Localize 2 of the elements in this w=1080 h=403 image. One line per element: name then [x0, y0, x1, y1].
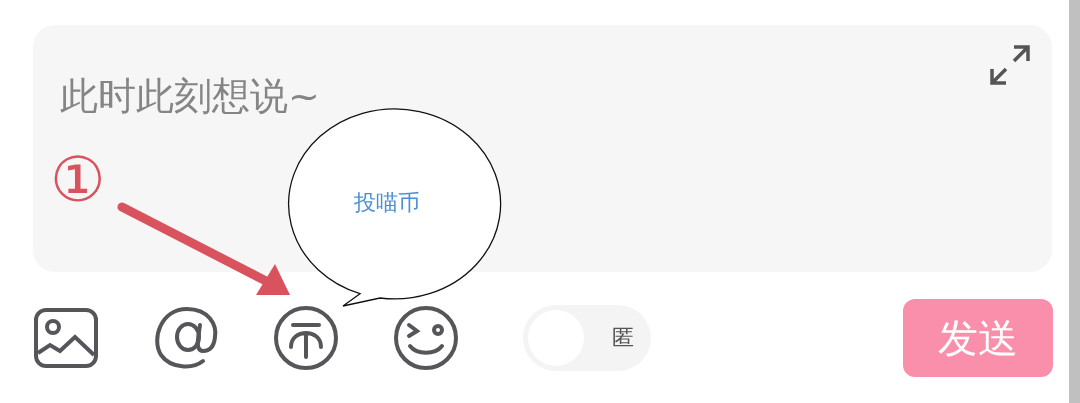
tooltip-text: 投喵币 — [354, 189, 420, 217]
step-number: ① — [50, 143, 106, 217]
